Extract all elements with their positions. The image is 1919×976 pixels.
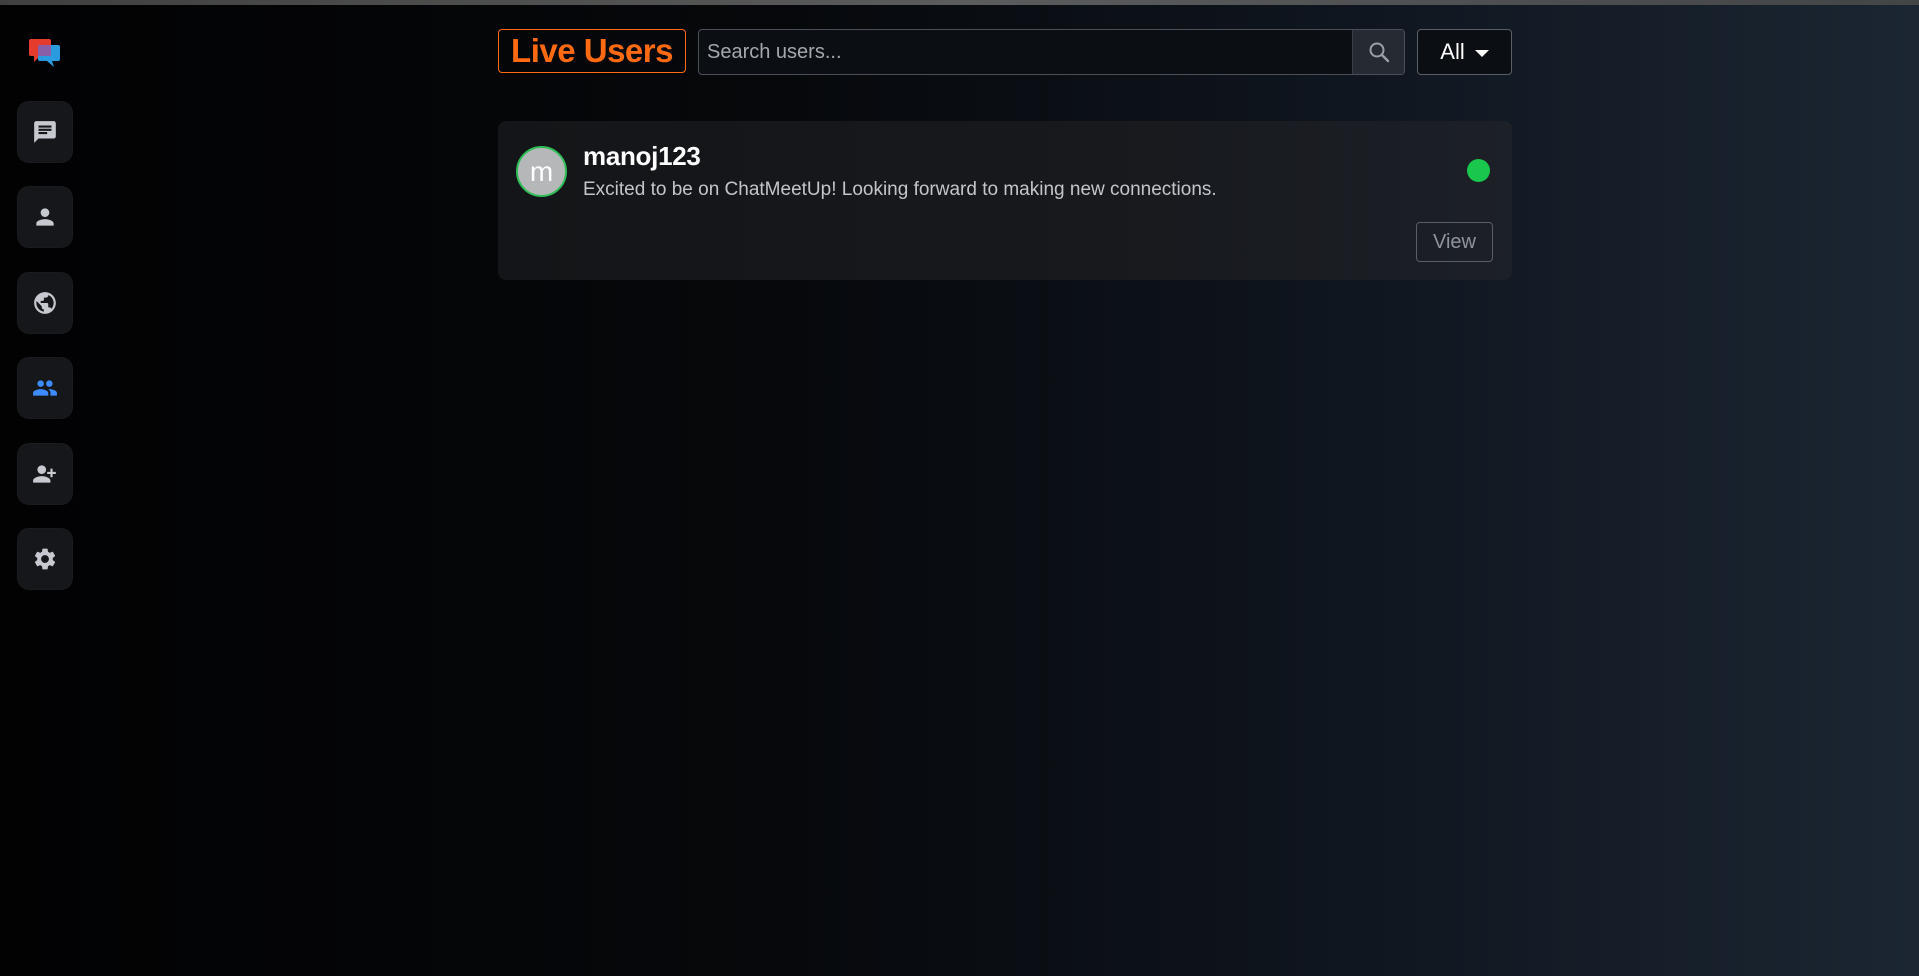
globe-icon	[34, 292, 56, 314]
avatar[interactable]: m	[516, 146, 567, 197]
gear-icon	[34, 548, 56, 570]
filter-dropdown[interactable]: All	[1417, 29, 1512, 75]
view-profile-button[interactable]: View	[1416, 222, 1493, 262]
people-icon	[33, 380, 57, 396]
filter-selected-label: All	[1440, 39, 1465, 64]
sidebar-item-profile[interactable]	[17, 186, 73, 248]
user-bio: Excited to be on ChatMeetUp! Looking for…	[583, 179, 1217, 200]
online-status-indicator	[1467, 159, 1490, 182]
sidebar	[0, 0, 90, 976]
search-bar	[698, 29, 1405, 75]
user-card: m manoj123 Excited to be on ChatMeetUp! …	[498, 121, 1512, 280]
person-icon	[36, 208, 54, 226]
username: manoj123	[583, 141, 701, 171]
message-icon	[34, 121, 56, 143]
sidebar-item-global[interactable]	[17, 272, 73, 334]
page-title: Live Users	[498, 29, 686, 73]
chat-logo-icon[interactable]	[28, 36, 62, 70]
search-input[interactable]	[699, 30, 1352, 74]
sidebar-item-live-users[interactable]	[17, 357, 73, 419]
sidebar-item-settings[interactable]	[17, 528, 73, 590]
search-icon	[1369, 42, 1389, 63]
window-top-bar	[0, 0, 1919, 5]
sidebar-item-add-friend[interactable]	[17, 443, 73, 505]
sidebar-item-chats[interactable]	[17, 101, 73, 163]
person-add-icon	[33, 465, 56, 483]
search-button[interactable]	[1352, 30, 1404, 74]
caret-down-icon	[1474, 50, 1489, 57]
